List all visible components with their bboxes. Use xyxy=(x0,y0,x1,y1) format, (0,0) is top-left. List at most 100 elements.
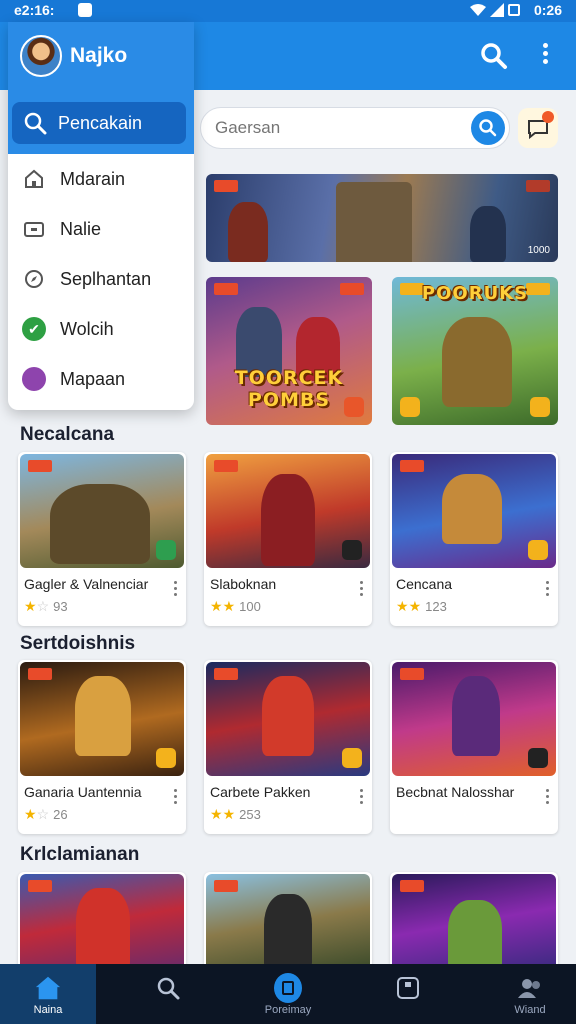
search-input[interactable] xyxy=(215,116,465,140)
nav-library[interactable]: Poreimay xyxy=(240,964,336,1024)
people-icon xyxy=(516,974,544,1002)
search-submit-button[interactable] xyxy=(471,111,505,145)
home-icon xyxy=(22,167,46,191)
nav-label: Poreimay xyxy=(264,1004,312,1016)
drawer-item-label: Mapaan xyxy=(60,368,126,389)
nav-home[interactable]: Naina xyxy=(0,964,96,1024)
tv-icon xyxy=(22,217,46,241)
drawer-header: Najko xyxy=(8,22,194,90)
status-time: e2:16: xyxy=(14,2,55,18)
more-vert-icon xyxy=(172,581,178,596)
badge xyxy=(214,180,238,192)
drawer-item-label: Mdarain xyxy=(60,168,126,189)
card-menu-button[interactable] xyxy=(172,786,178,826)
avatar[interactable] xyxy=(20,35,62,77)
card-menu-button[interactable] xyxy=(358,786,364,826)
drawer-search-item[interactable]: Pencakain xyxy=(12,102,186,144)
tower-shape xyxy=(336,182,412,262)
hero-figure xyxy=(448,900,502,970)
more-vert-icon xyxy=(172,789,178,804)
game-card[interactable]: Ganaria Uantennia ★☆ 26 xyxy=(18,660,186,834)
square-icon xyxy=(394,974,422,1002)
more-options-button[interactable] xyxy=(536,40,554,72)
notification-badge xyxy=(542,111,554,123)
rating-count: 100 xyxy=(239,599,261,614)
corner-badge xyxy=(400,397,420,417)
notification-app-icon xyxy=(78,3,92,17)
game-card[interactable]: Slaboknan ★★ 100 xyxy=(204,452,372,626)
rating: ★☆ 26 xyxy=(24,806,68,823)
drawer-item-home[interactable]: Mdarain xyxy=(8,154,194,204)
hero-figure xyxy=(75,676,131,756)
badge xyxy=(28,668,52,680)
drawer-item-map[interactable]: Mapaan xyxy=(8,354,194,404)
tile-title: POORUKS xyxy=(421,283,529,304)
card-title: Carbete Pakken xyxy=(210,784,311,800)
corner-badge xyxy=(528,748,548,768)
rating: ★★ 253 xyxy=(210,806,261,823)
corner-badge xyxy=(344,397,364,417)
corner-badge xyxy=(342,748,362,768)
featured-tile[interactable]: TOORCEK POMBS xyxy=(206,277,372,425)
nav-square[interactable] xyxy=(360,964,456,1024)
notifications-button[interactable] xyxy=(518,108,558,148)
star-icon: ★ xyxy=(408,598,422,614)
card-menu-button[interactable] xyxy=(358,578,364,618)
corner-badge xyxy=(530,397,550,417)
more-vert-icon xyxy=(544,581,550,596)
drawer-item-tv[interactable]: Nalie xyxy=(8,204,194,254)
card-menu-button[interactable] xyxy=(172,578,178,618)
search-icon xyxy=(154,974,182,1002)
compass-icon xyxy=(22,267,46,291)
game-thumbnail xyxy=(392,874,556,970)
badge xyxy=(214,880,238,892)
game-card[interactable]: Cencana ★★ 123 xyxy=(390,452,558,626)
star-icon: ★ xyxy=(210,806,223,822)
featured-banner[interactable]: 1000 xyxy=(206,174,558,262)
game-card[interactable]: Carbete Pakken ★★ 253 xyxy=(204,660,372,834)
card-menu-button[interactable] xyxy=(544,578,550,618)
game-card[interactable] xyxy=(204,872,372,972)
star-icon: ★ xyxy=(222,598,236,614)
corner-badge xyxy=(528,540,548,560)
corner-badge xyxy=(342,540,362,560)
search-bar xyxy=(200,107,510,149)
star-empty-icon: ☆ xyxy=(36,806,50,822)
badge xyxy=(214,668,238,680)
hero-figure xyxy=(76,888,130,970)
nav-people[interactable]: Wiand xyxy=(482,964,576,1024)
game-thumbnail xyxy=(20,662,184,776)
badge xyxy=(526,180,550,192)
wifi-icon xyxy=(470,4,486,16)
hero-figure xyxy=(261,474,315,566)
game-card[interactable] xyxy=(390,872,558,972)
featured-tile[interactable]: POORUKS xyxy=(392,277,558,425)
rating-count: 26 xyxy=(53,807,68,822)
star-icon: ★ xyxy=(24,806,37,822)
game-card[interactable]: Gagler & Valnenciar ★☆ 93 xyxy=(18,452,186,626)
nav-search[interactable] xyxy=(120,964,216,1024)
status-bar: e2:16: 0:26 xyxy=(0,0,576,22)
more-vert-icon xyxy=(358,581,364,596)
game-card[interactable]: Becbnat Nalosshar xyxy=(390,660,558,834)
hero-figure xyxy=(470,206,506,262)
card-title: Cencana xyxy=(396,576,453,592)
check-circle-icon: ✔ xyxy=(22,317,46,341)
card-menu-button[interactable] xyxy=(544,786,550,826)
search-button[interactable] xyxy=(478,40,510,72)
status-clock: 0:26 xyxy=(533,2,562,18)
game-thumbnail xyxy=(20,874,184,970)
hero-figure xyxy=(442,317,512,407)
drawer-item-watch[interactable]: ✔ Wolcih xyxy=(8,304,194,354)
rating-count: 253 xyxy=(239,807,261,822)
card-title: Becbnat Nalosshar xyxy=(396,784,515,800)
drawer-item-label: Wolcih xyxy=(60,318,114,339)
library-icon xyxy=(274,973,302,1003)
signal-icon xyxy=(490,3,504,17)
section-title: Krlclamianan xyxy=(20,844,140,865)
corner-badge xyxy=(156,748,176,768)
game-card[interactable] xyxy=(18,872,186,972)
rating: ★★ 123 xyxy=(396,598,447,615)
drawer-item-explore[interactable]: Seplhantan xyxy=(8,254,194,304)
nav-label: Naina xyxy=(33,1004,63,1016)
